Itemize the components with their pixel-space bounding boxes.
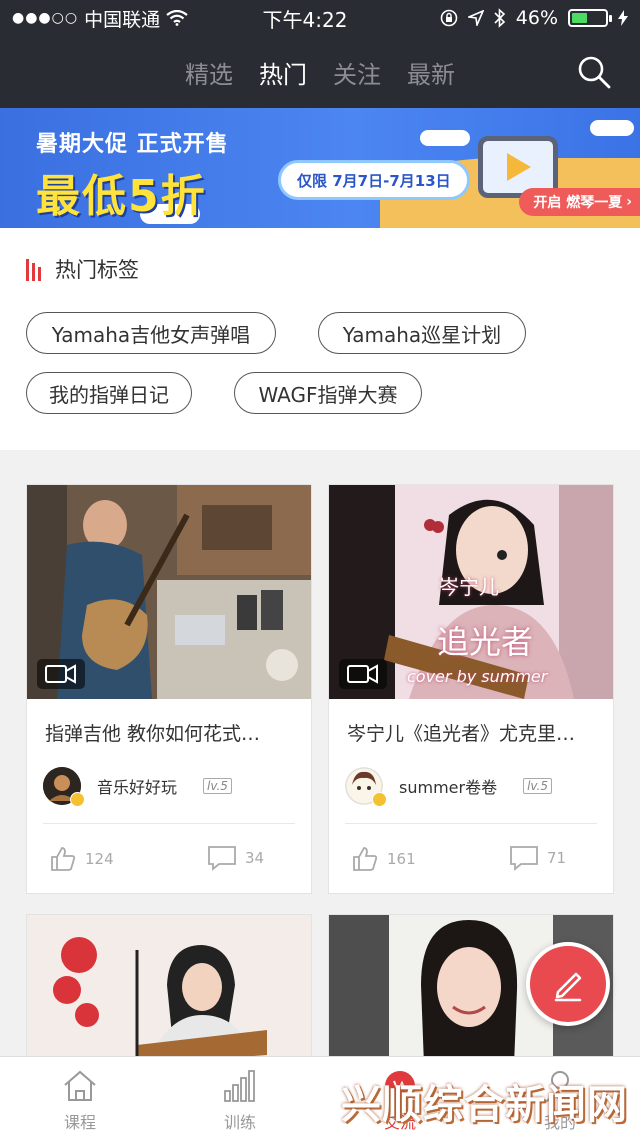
hot-tags-header: 热门标签 [26, 254, 139, 284]
verified-badge-icon [372, 792, 387, 807]
banner-cta[interactable]: 开启 燃琴一夏 › [519, 188, 640, 216]
video-camera-icon [37, 659, 85, 689]
nav-item-training[interactable]: 训练 [160, 1057, 320, 1138]
video-card[interactable]: 指弹吉他 教你如何花式… 音乐好好玩 lv.5 124 34 [26, 484, 312, 894]
chevron-right-icon: › [626, 194, 632, 210]
top-bar: ●●●○○ 中国联通 下午4:22 46% 精选 热门 关注 最新 [0, 0, 640, 108]
section-bars-icon [26, 257, 41, 281]
home-icon [64, 1070, 96, 1101]
feed-tabs: 精选 热门 关注 最新 [185, 55, 455, 90]
watermark: 兴顺综合新闻网 [341, 1082, 628, 1128]
video-card[interactable] [26, 914, 312, 1065]
comment-button[interactable]: 34 [207, 845, 264, 871]
comment-count: 34 [245, 849, 265, 867]
thumbs-up-icon [51, 847, 76, 871]
video-thumbnail[interactable]: 岑宁儿 追光者 cover by summer [329, 485, 613, 699]
rotation-lock-icon [440, 9, 458, 27]
tag-chip[interactable]: Yamaha吉他女声弹唱 [26, 312, 276, 354]
like-button[interactable]: 124 [49, 845, 114, 873]
hot-tags-section: 热门标签 Yamaha吉他女声弹唱 Yamaha巡星计划 我的指弹日记 WAGF… [0, 228, 640, 450]
guitar-girl-image [27, 915, 311, 1065]
author-row[interactable]: summer卷卷 lv.5 [345, 767, 601, 807]
video-camera-icon [339, 659, 387, 689]
bluetooth-icon [494, 8, 505, 28]
video-title[interactable]: 岑宁儿《追光者》尤克里… [347, 719, 597, 746]
tag-chip[interactable]: WAGF指弹大赛 [234, 372, 422, 414]
promo-banner[interactable]: 暑期大促 正式开售 最低5折 仅限 7月7日-7月13日 开启 燃琴一夏 › [0, 108, 640, 228]
author-name[interactable]: 音乐好好玩 [97, 774, 177, 798]
video-thumbnail[interactable] [27, 915, 311, 1065]
thumbs-up-icon [353, 847, 378, 871]
video-title[interactable]: 指弹吉他 教你如何花式… [45, 719, 295, 746]
status-bar: ●●●○○ 中国联通 下午4:22 46% [0, 0, 640, 36]
carrier-label: 中国联通 [84, 8, 161, 31]
tag-chip[interactable]: Yamaha巡星计划 [318, 312, 526, 354]
overlay-artist: 岑宁儿 [439, 575, 499, 599]
banner-dates: 仅限 7月7日-7月13日 [278, 160, 470, 200]
comment-icon [510, 846, 538, 871]
banner-line2: 最低5折 [36, 171, 207, 222]
cloud-decoration [590, 120, 634, 136]
video-card[interactable]: 岑宁儿 追光者 cover by summer 岑宁儿《追光者》尤克里… sum… [328, 484, 614, 894]
overlay-cover: cover by summer [407, 667, 548, 686]
tab-following[interactable]: 关注 [333, 55, 381, 90]
signal-icon: ●●●○○ [12, 10, 79, 26]
hot-tags-title: 热门标签 [55, 258, 139, 282]
wifi-icon [166, 10, 188, 26]
search-icon[interactable] [576, 54, 612, 90]
nav-label: 课程 [63, 1113, 96, 1132]
banner-line1: 暑期大促 正式开售 [36, 132, 229, 157]
banner-cta-label: 开启 燃琴一夏 [533, 195, 623, 211]
divider [43, 823, 295, 824]
battery-percent: 46% [515, 7, 558, 29]
cloud-decoration [420, 130, 470, 146]
author-name[interactable]: summer卷卷 [399, 774, 497, 798]
tab-hot[interactable]: 热门 [259, 55, 307, 90]
tab-latest[interactable]: 最新 [407, 55, 455, 90]
nav-label: 训练 [223, 1113, 256, 1132]
level-badge: lv.5 [523, 778, 552, 794]
comment-count: 71 [547, 849, 567, 867]
video-thumbnail[interactable] [27, 485, 311, 699]
avatar[interactable] [345, 767, 387, 807]
verified-badge-icon [70, 792, 85, 807]
battery-icon [568, 9, 612, 27]
bars-icon [224, 1070, 255, 1102]
charging-icon [618, 10, 628, 26]
like-button[interactable]: 161 [351, 845, 416, 873]
like-count: 161 [387, 850, 416, 868]
status-time: 下午4:22 [262, 7, 348, 32]
header-nav: 精选 热门 关注 最新 [0, 36, 640, 108]
tab-featured[interactable]: 精选 [185, 55, 233, 90]
comment-button[interactable]: 71 [509, 845, 566, 871]
comment-icon [208, 846, 236, 871]
like-count: 124 [85, 850, 114, 868]
pencil-icon [554, 972, 582, 1002]
avatar[interactable] [43, 767, 85, 807]
tag-chip[interactable]: 我的指弹日记 [26, 372, 192, 414]
nav-item-courses[interactable]: 课程 [0, 1057, 160, 1138]
compose-button[interactable] [526, 942, 610, 1026]
level-badge: lv.5 [203, 778, 232, 794]
author-row[interactable]: 音乐好好玩 lv.5 [43, 767, 299, 807]
divider [345, 823, 597, 824]
location-icon [467, 10, 484, 26]
overlay-song: 追光者 [437, 623, 534, 661]
